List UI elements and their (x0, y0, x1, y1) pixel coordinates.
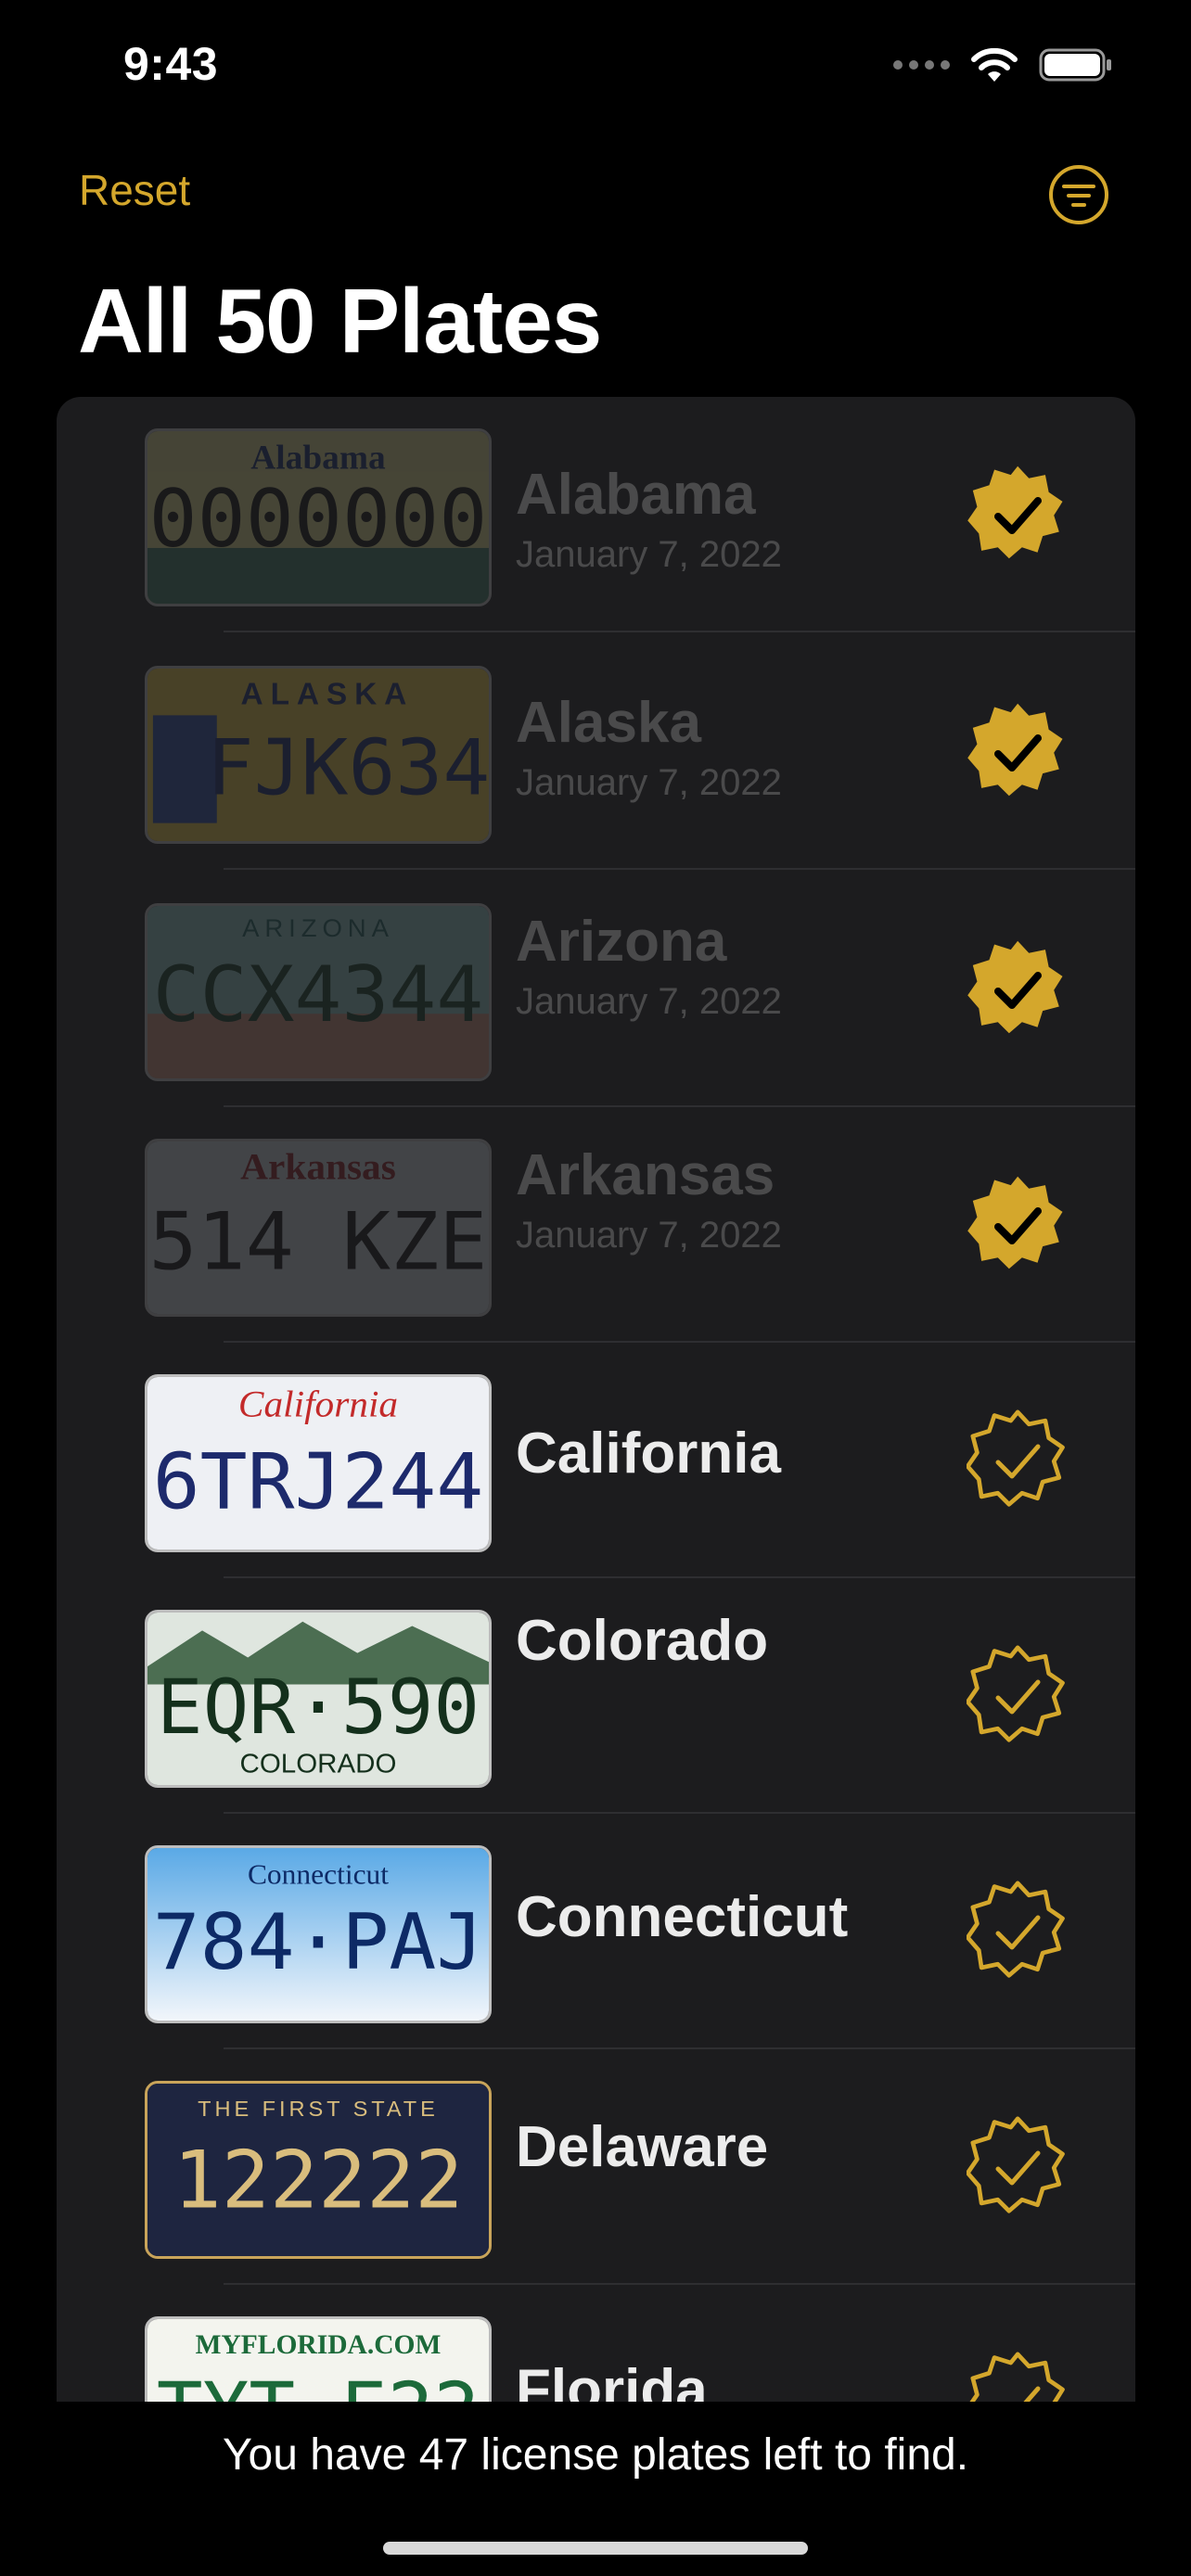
plate-image-arkansas: Arkansas 514 KZE (145, 1139, 492, 1317)
plate-row-arkansas[interactable]: Arkansas 514 KZE Arkansas January 7, 202… (57, 1107, 1135, 1343)
checkmark-seal-outline-icon[interactable] (967, 1881, 1069, 1983)
plate-number: 6TRJ244 (153, 1436, 484, 1526)
state-name: Arizona (516, 910, 727, 974)
plate-row-connecticut[interactable]: Connecticut 784·PAJ Connecticut (57, 1814, 1135, 2049)
plate-header: MYFLORIDA.COM (196, 2330, 442, 2360)
plate-number: TYT·E22 (157, 2367, 480, 2402)
state-name: Alabama (516, 463, 756, 527)
plate-image-connecticut: Connecticut 784·PAJ (145, 1845, 492, 2023)
battery-icon (1039, 48, 1111, 82)
plate-number: FJK634 (207, 722, 489, 812)
state-name: Connecticut (516, 1885, 849, 1949)
plate-header: Arkansas (240, 1145, 396, 1188)
state-name: Florida (516, 2358, 708, 2402)
checkmark-seal-filled-icon[interactable] (967, 938, 1069, 1040)
wifi-icon (971, 47, 1018, 82)
plate-image-alaska: ALASKA FJK634 (145, 666, 492, 844)
plate-header: THE FIRST STATE (198, 2097, 439, 2121)
checkmark-seal-filled-icon[interactable] (967, 701, 1069, 803)
plate-image-colorado: EQR·590 COLORADO (145, 1610, 492, 1788)
cellular-signal-icon (893, 60, 950, 70)
plate-header: COLORADO (240, 1749, 397, 1779)
plate-image-florida: MYFLORIDA.COM TYT·E22 (145, 2316, 492, 2402)
state-name: Colorado (516, 1609, 769, 1673)
plate-header: California (238, 1383, 398, 1425)
checkmark-seal-outline-icon[interactable] (967, 1409, 1069, 1511)
plate-row-alabama[interactable]: Alabama 0000000 Alabama January 7, 2022 (57, 397, 1135, 632)
found-date: January 7, 2022 (516, 981, 782, 1022)
filter-circle-icon (1049, 165, 1108, 224)
filter-button[interactable] (1048, 164, 1109, 225)
footer: You have 47 license plates left to find. (0, 2402, 1191, 2576)
plate-row-california[interactable]: California 6TRJ244 California (57, 1343, 1135, 1578)
row-separator (224, 868, 1135, 870)
state-name: Delaware (516, 2115, 769, 2179)
row-separator (224, 631, 1135, 632)
plate-row-florida[interactable]: MYFLORIDA.COM TYT·E22 Florida (57, 2285, 1135, 2402)
plate-row-delaware[interactable]: THE FIRST STATE 122222 Delaware (57, 2049, 1135, 2285)
status-icons (893, 46, 1113, 83)
plate-header: ALASKA (241, 678, 415, 712)
state-name: Alaska (516, 691, 701, 755)
plate-number: 0000000 (149, 474, 488, 566)
found-date: January 7, 2022 (516, 762, 782, 803)
checkmark-seal-outline-icon[interactable] (967, 2116, 1069, 2218)
page-title: All 50 Plates (78, 270, 602, 372)
found-date: January 7, 2022 (516, 1215, 782, 1256)
status-bar: 9:43 (0, 0, 1191, 130)
plate-number: CCX4344 (153, 950, 484, 1039)
checkmark-seal-filled-icon[interactable] (967, 464, 1069, 566)
status-time: 9:43 (123, 38, 219, 90)
state-name: Arkansas (516, 1143, 775, 1207)
plate-image-california: California 6TRJ244 (145, 1374, 492, 1552)
plate-image-alabama: Alabama 0000000 (145, 428, 492, 606)
plate-row-colorado[interactable]: EQR·590 COLORADO Colorado (57, 1578, 1135, 1814)
plate-image-arizona: ARIZONA CCX4344 (145, 903, 492, 1081)
home-indicator[interactable] (383, 2542, 808, 2555)
plate-header: Connecticut (248, 1858, 389, 1891)
plate-image-delaware: THE FIRST STATE 122222 (145, 2081, 492, 2259)
plate-header: ARIZONA (242, 913, 394, 942)
plate-row-alaska[interactable]: ALASKA FJK634 Alaska January 7, 2022 (57, 634, 1135, 870)
reset-button[interactable]: Reset (79, 165, 190, 215)
plate-row-arizona[interactable]: ARIZONA CCX4344 Arizona January 7, 2022 (57, 872, 1135, 1107)
plate-number: 784·PAJ (153, 1896, 484, 1986)
state-name: California (516, 1422, 781, 1486)
plate-number: EQR·590 (157, 1664, 480, 1751)
plates-list[interactable]: Alabama 0000000 Alabama January 7, 2022 … (57, 397, 1135, 2402)
checkmark-seal-filled-icon[interactable] (967, 1174, 1069, 1276)
remaining-count-text: You have 47 license plates left to find. (222, 2430, 969, 2480)
checkmark-seal-outline-icon[interactable] (967, 1645, 1069, 1747)
checkmark-seal-outline-icon[interactable] (967, 2352, 1069, 2402)
plate-header: Alabama (250, 440, 385, 478)
plate-number: 514 KZE (149, 1196, 488, 1288)
found-date: January 7, 2022 (516, 534, 782, 575)
plate-number: 122222 (173, 2135, 464, 2226)
